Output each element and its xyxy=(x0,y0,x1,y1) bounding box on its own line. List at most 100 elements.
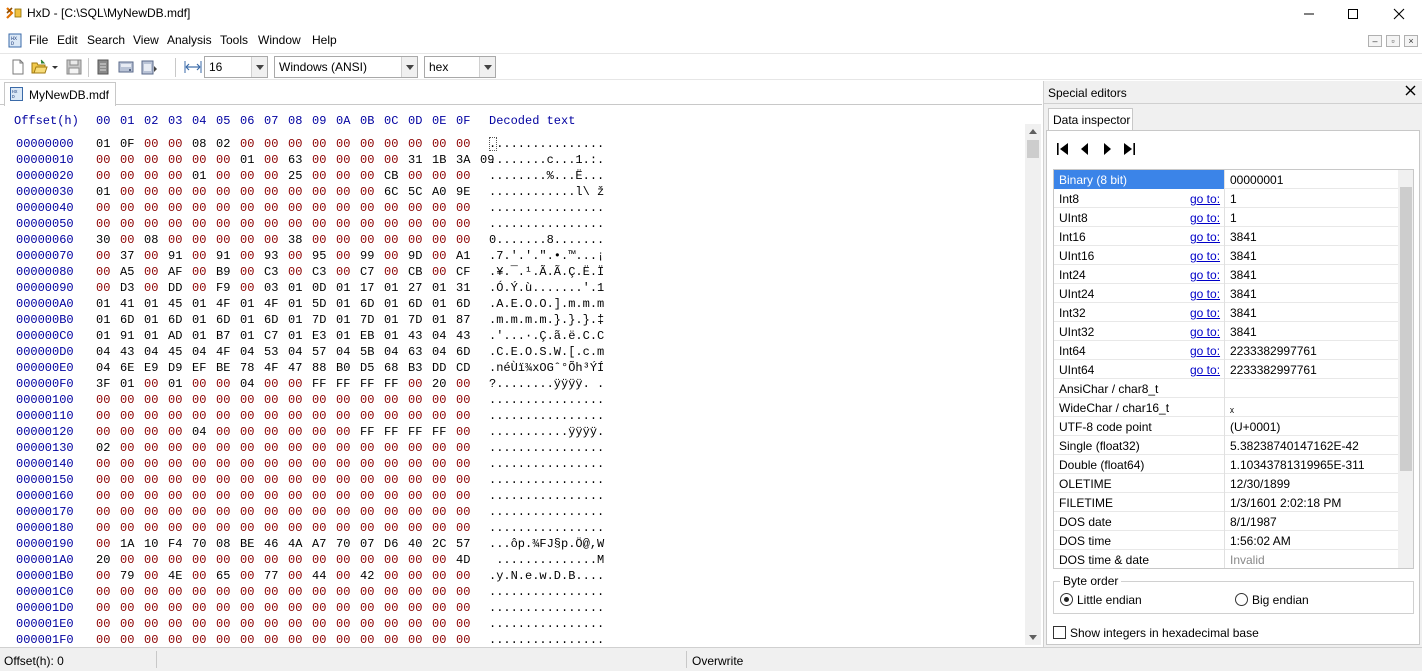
hex-byte[interactable]: 00 xyxy=(216,152,240,168)
tab-data-inspector[interactable]: Data inspector xyxy=(1048,108,1133,131)
hex-byte[interactable]: 00 xyxy=(288,600,312,616)
hex-byte[interactable]: 00 xyxy=(96,600,120,616)
hex-byte[interactable]: 00 xyxy=(216,440,240,456)
hex-byte[interactable]: 00 xyxy=(192,440,216,456)
hex-byte[interactable]: 00 xyxy=(240,248,264,264)
hex-byte[interactable]: D3 xyxy=(120,280,144,296)
hex-byte[interactable]: 00 xyxy=(192,600,216,616)
hex-byte[interactable]: 00 xyxy=(312,232,336,248)
hex-row[interactable]: 000001F0 00 00 00 00 00 00 00 00 00 00 00 00 00 00 00 00… xyxy=(0,632,1020,647)
hex-byte[interactable]: 00 xyxy=(456,488,480,504)
hex-byte[interactable]: 00 xyxy=(192,456,216,472)
hex-byte[interactable]: 00 xyxy=(240,408,264,424)
hex-byte[interactable]: 00 xyxy=(96,536,120,552)
hex-byte[interactable]: 00 xyxy=(360,632,384,647)
hex-byte[interactable]: 00 xyxy=(384,632,408,647)
hex-byte[interactable]: 08 xyxy=(144,232,168,248)
hex-byte[interactable]: FF xyxy=(384,376,408,392)
hex-byte[interactable]: 00 xyxy=(312,584,336,600)
inspector-row[interactable]: UInt32 go to: 3841 xyxy=(1054,322,1398,341)
inspector-value[interactable]: 5.38238740147162E-42 xyxy=(1224,436,1398,455)
hex-byte[interactable]: 00 xyxy=(336,424,360,440)
hex-byte[interactable]: 5C xyxy=(408,184,432,200)
hex-byte[interactable]: A0 xyxy=(432,184,456,200)
inspector-row[interactable]: Int32 go to: 3841 xyxy=(1054,303,1398,322)
mdi-minimize-button[interactable]: – xyxy=(1368,35,1382,47)
hex-byte[interactable]: 00 xyxy=(456,216,480,232)
last-icon[interactable] xyxy=(1121,141,1137,157)
hex-byte[interactable]: D5 xyxy=(360,360,384,376)
hex-byte[interactable]: F9 xyxy=(216,280,240,296)
hex-byte[interactable]: 00 xyxy=(336,440,360,456)
hex-byte[interactable]: 00 xyxy=(456,616,480,632)
hex-byte[interactable]: 00 xyxy=(168,232,192,248)
scroll-thumb[interactable] xyxy=(1400,187,1412,471)
hex-byte[interactable]: 00 xyxy=(408,440,432,456)
hex-byte[interactable]: 00 xyxy=(192,232,216,248)
inspector-value[interactable]: 3841 xyxy=(1224,265,1398,284)
hex-byte[interactable]: EB xyxy=(360,328,384,344)
hex-byte[interactable]: 4D xyxy=(456,552,480,568)
hex-byte[interactable]: 00 xyxy=(144,200,168,216)
hex-byte[interactable]: 00 xyxy=(168,584,192,600)
hex-byte[interactable]: 7D xyxy=(408,312,432,328)
hex-byte[interactable]: 41 xyxy=(120,296,144,312)
goto-link[interactable]: go to: xyxy=(1190,230,1220,244)
hex-byte[interactable]: 00 xyxy=(336,392,360,408)
hex-byte[interactable]: 00 xyxy=(408,584,432,600)
hex-byte[interactable]: 00 xyxy=(312,520,336,536)
hex-byte[interactable]: 77 xyxy=(264,568,288,584)
hex-byte[interactable]: 20 xyxy=(432,376,456,392)
hex-byte[interactable]: 00 xyxy=(240,504,264,520)
hex-byte[interactable]: 00 xyxy=(432,216,456,232)
hex-byte[interactable]: FF xyxy=(408,424,432,440)
hex-byte[interactable]: 00 xyxy=(144,440,168,456)
hex-byte[interactable]: 00 xyxy=(120,152,144,168)
hex-byte[interactable]: 00 xyxy=(384,520,408,536)
hex-byte[interactable]: 00 xyxy=(432,248,456,264)
goto-link[interactable]: go to: xyxy=(1190,325,1220,339)
hex-byte[interactable]: 00 xyxy=(168,392,192,408)
hex-byte[interactable]: 01 xyxy=(96,296,120,312)
hex-byte[interactable]: 00 xyxy=(384,152,408,168)
hex-byte[interactable]: 00 xyxy=(432,568,456,584)
hex-byte[interactable]: 01 xyxy=(288,312,312,328)
hex-byte[interactable]: 40 xyxy=(408,536,432,552)
hex-byte[interactable]: CB xyxy=(384,168,408,184)
hex-byte[interactable]: 47 xyxy=(288,360,312,376)
hex-row[interactable]: 00000170 00 00 00 00 00 00 00 00 00 00 00 00 00 00 00 00… xyxy=(0,504,1020,520)
hex-byte[interactable]: 00 xyxy=(192,520,216,536)
hex-byte[interactable]: 1A xyxy=(120,536,144,552)
hex-byte[interactable]: 00 xyxy=(216,488,240,504)
hex-byte[interactable]: 08 xyxy=(216,536,240,552)
hex-byte[interactable]: 00 xyxy=(96,488,120,504)
hex-row[interactable]: 000001B0 00 79 00 4E 00 65 00 77 00 44 00 42 00 00 00 00… xyxy=(0,568,1020,584)
hex-byte[interactable]: 00 xyxy=(216,584,240,600)
inspector-row[interactable]: WideChar / char16_t ₓ xyxy=(1054,398,1398,417)
hex-byte[interactable]: 02 xyxy=(96,440,120,456)
inspector-value[interactable]: 12/30/1899 xyxy=(1224,474,1398,493)
hex-byte[interactable]: 4A xyxy=(288,536,312,552)
hex-byte[interactable]: 01 xyxy=(384,296,408,312)
hex-byte[interactable]: 00 xyxy=(120,184,144,200)
hex-byte[interactable]: 00 xyxy=(408,200,432,216)
hex-byte[interactable]: 00 xyxy=(312,488,336,504)
hex-byte[interactable]: 00 xyxy=(264,376,288,392)
hex-byte[interactable]: CF xyxy=(456,264,480,280)
inspector-row[interactable]: UTF-8 code point (U+0001) xyxy=(1054,417,1398,436)
hex-byte[interactable]: 00 xyxy=(336,216,360,232)
hex-row[interactable]: 00000100 00 00 00 00 00 00 00 00 00 00 00 00 00 00 00 00… xyxy=(0,392,1020,408)
hex-byte[interactable]: 00 xyxy=(192,472,216,488)
hex-byte[interactable]: 00 xyxy=(456,200,480,216)
hex-byte[interactable]: 00 xyxy=(432,408,456,424)
hex-byte[interactable]: 6D xyxy=(216,312,240,328)
hex-byte[interactable]: 43 xyxy=(120,344,144,360)
hex-byte[interactable]: B3 xyxy=(408,360,432,376)
hex-byte[interactable]: 01 xyxy=(144,312,168,328)
hex-byte[interactable]: 00 xyxy=(240,520,264,536)
hex-byte[interactable]: 00 xyxy=(312,136,336,152)
maximize-button[interactable] xyxy=(1330,0,1376,28)
hex-byte[interactable]: 00 xyxy=(384,584,408,600)
hex-byte[interactable]: 43 xyxy=(408,328,432,344)
hex-byte[interactable]: 00 xyxy=(384,248,408,264)
